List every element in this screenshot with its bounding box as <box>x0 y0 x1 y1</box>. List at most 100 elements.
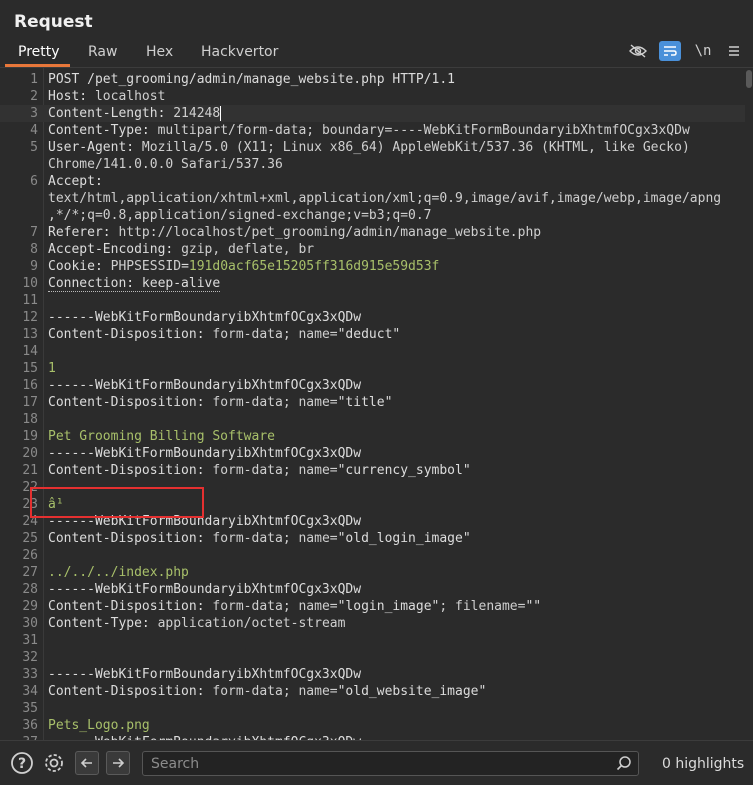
code-token: Content-Type: <box>48 616 158 631</box>
code-token: "old_login_image" <box>337 531 471 546</box>
line-number: 13 <box>22 327 38 342</box>
line-text: ------WebKitFormBoundaryibXhtmfOCgx3xQDw <box>48 309 361 326</box>
tab-hackvertor[interactable]: Hackvertor <box>201 44 278 60</box>
code-token: Content-Disposition: <box>48 684 213 699</box>
line-number: 28 <box>22 582 38 597</box>
line-text: Connection: keep-alive <box>48 275 221 292</box>
code-token: ------WebKitFormBoundaryibXhtmfOCgx3xQDw <box>48 310 362 325</box>
line-number: 25 <box>22 531 38 546</box>
code-line: 20 ------WebKitFormBoundaryibXhtmfOCgx3xQ… <box>0 445 745 462</box>
line-text: Content-Length: 214248 <box>48 105 222 122</box>
line-number: 11 <box>22 293 38 308</box>
line-text: Host: localhost <box>48 88 165 105</box>
line-number: 3 <box>30 106 38 121</box>
code-line: 17 Content-Disposition: form-data; name="… <box>0 394 745 411</box>
line-number: 20 <box>22 446 38 461</box>
code-line: Chrome/141.0.0.0 Safari/537.36 <box>0 156 745 173</box>
line-number: 31 <box>22 633 38 648</box>
line-number: 16 <box>22 378 38 393</box>
code-line: 36 Pets_Logo.png <box>0 717 745 734</box>
line-text: Content-Disposition: form-data; name="cu… <box>48 462 471 479</box>
code-line: 31 <box>0 632 745 649</box>
code-token: form-data; name= <box>212 684 338 699</box>
code-token: ------WebKitFormBoundaryibXhtmfOCgx3xQDw <box>48 667 362 682</box>
line-number: 35 <box>22 701 38 716</box>
panel-title: Request <box>14 12 93 32</box>
code-token: ; filename= <box>439 599 526 614</box>
code-line: 11 <box>0 292 745 309</box>
code-token: Chrome/141.0.0.0 Safari/537.36 <box>48 157 283 172</box>
tab-pretty[interactable]: Pretty <box>18 44 60 60</box>
line-number: 18 <box>22 412 38 427</box>
code-token: http://localhost/pet_grooming/admin/mana… <box>118 225 542 240</box>
line-number: 19 <box>22 429 38 444</box>
code-token: gzip, deflate, br <box>181 242 315 257</box>
next-match-button[interactable] <box>106 751 130 775</box>
line-number: 1 <box>30 72 38 87</box>
line-number: 15 <box>22 361 38 376</box>
code-line: 18 <box>0 411 745 428</box>
code-token: ------WebKitFormBoundaryibXhtmfOCgx3xQDw <box>48 378 362 393</box>
annotation-highlight-box <box>30 487 204 518</box>
line-text: Accept: <box>48 173 111 190</box>
code-token: "title" <box>337 395 393 410</box>
line-text: Content-Disposition: form-data; name="ol… <box>48 530 471 547</box>
code-line: 27 ../../../index.php <box>0 564 745 581</box>
code-line: 4 Content-Type: multipart/form-data; boun… <box>0 122 745 139</box>
newline-icon[interactable]: \n <box>692 41 714 61</box>
search-icon[interactable] <box>616 755 632 775</box>
code-line: 13 Content-Disposition: form-data; name="… <box>0 326 745 343</box>
code-token: text/html,application/xhtml+xml,applicat… <box>48 191 722 206</box>
code-token: form-data; name= <box>212 531 338 546</box>
line-text: Chrome/141.0.0.0 Safari/537.36 <box>48 156 283 173</box>
line-text: ../../../index.php <box>48 564 189 581</box>
code-token: PHPSESSID <box>110 259 182 274</box>
line-text: Cookie: PHPSESSID=191d0acf65e15205ff316d… <box>48 258 439 275</box>
menu-icon[interactable] <box>725 41 743 61</box>
line-number: 26 <box>22 548 38 563</box>
tab-hex[interactable]: Hex <box>146 44 173 60</box>
code-token: Accept-Encoding: <box>48 242 182 257</box>
wrap-lines-icon[interactable] <box>659 41 681 61</box>
line-number: 6 <box>30 174 38 189</box>
code-token: "login_image" <box>337 599 440 614</box>
line-number: 5 <box>30 140 38 155</box>
settings-gear-icon[interactable] <box>42 751 66 775</box>
code-line: 19 Pet Grooming Billing Software <box>0 428 745 445</box>
code-token: ../../../index.php <box>48 565 189 580</box>
code-token: Content-Disposition: <box>48 395 213 410</box>
line-text: Content-Type: multipart/form-data; bound… <box>48 122 690 139</box>
code-token: "deduct" <box>337 327 401 342</box>
line-text: Referer: http://localhost/pet_grooming/a… <box>48 224 541 241</box>
code-line: 9 Cookie: PHPSESSID=191d0acf65e15205ff316… <box>0 258 745 275</box>
line-text: Content-Disposition: form-data; name="de… <box>48 326 400 343</box>
eye-off-icon[interactable] <box>627 41 649 61</box>
code-line: ,*/*;q=0.8,application/signed-exchange;v… <box>0 207 745 224</box>
code-token: localhost <box>94 89 166 104</box>
search-input[interactable] <box>151 754 611 773</box>
line-text: text/html,application/xhtml+xml,applicat… <box>48 190 721 207</box>
code-token: ,*/*;q=0.8,application/signed-exchange;v… <box>48 208 432 223</box>
code-line: 14 <box>0 343 745 360</box>
help-icon[interactable]: ? <box>10 751 34 775</box>
line-text: Accept-Encoding: gzip, deflate, br <box>48 241 314 258</box>
code-token: application/octet-stream <box>157 616 346 631</box>
scroll-thumb[interactable] <box>746 70 752 88</box>
code-line: 15 1 <box>0 360 745 377</box>
code-token: form-data; name= <box>212 599 338 614</box>
tab-raw[interactable]: Raw <box>88 44 117 60</box>
vertical-scrollbar[interactable] <box>745 68 753 740</box>
line-number: 9 <box>30 259 38 274</box>
code-token: = <box>181 259 189 274</box>
line-number: 2 <box>30 89 38 104</box>
line-number: 8 <box>30 242 38 257</box>
code-line: 28 ------WebKitFormBoundaryibXhtmfOCgx3xQ… <box>0 581 745 598</box>
line-number: 4 <box>30 123 38 138</box>
code-line: 3 Content-Length: 214248 <box>0 105 745 122</box>
previous-match-button[interactable] <box>75 751 99 775</box>
line-text: ------WebKitFormBoundaryibXhtmfOCgx3xQDw <box>48 666 361 683</box>
line-text: POST /pet_grooming/admin/manage_website.… <box>48 71 455 88</box>
request-editor[interactable]: 1 POST /pet_grooming/admin/manage_website… <box>0 68 753 740</box>
code-token: form-data; name= <box>212 327 338 342</box>
line-number: 33 <box>22 667 38 682</box>
